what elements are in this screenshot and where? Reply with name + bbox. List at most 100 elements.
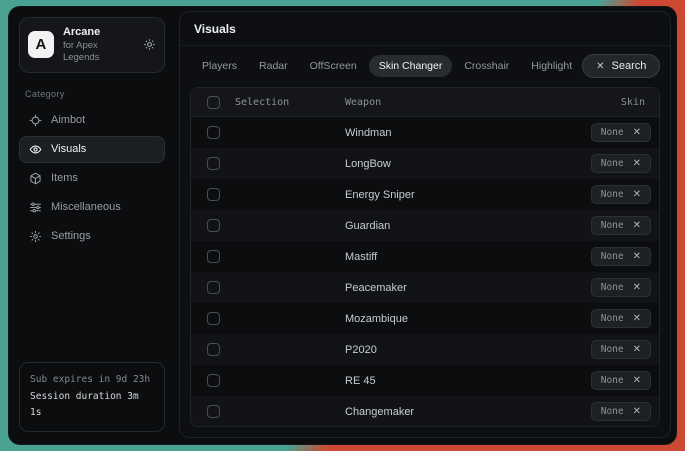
category-label: Category [25,89,159,99]
row-checkbox[interactable] [207,126,220,139]
search-button-label: Search [612,60,647,72]
clear-skin-icon[interactable]: ✕ [633,158,641,169]
clear-skin-icon[interactable]: ✕ [633,406,641,417]
sidebar: A Arcane for Apex Legends Category Aimbo… [9,7,175,444]
row-checkbox[interactable] [207,157,220,170]
column-header-skin: Skin [573,97,659,108]
skin-value: None [601,406,624,417]
row-checkbox[interactable] [207,281,220,294]
sidebar-item-label: Miscellaneous [51,201,121,213]
weapon-name: Mozambique [345,313,573,325]
row-checkbox[interactable] [207,250,220,263]
search-button[interactable]: ✕ Search [582,54,660,78]
clear-skin-icon[interactable]: ✕ [633,344,641,355]
skin-select[interactable]: None✕ [591,123,651,142]
skin-select[interactable]: None ✕ [591,402,651,421]
tab-crosshair[interactable]: Crosshair [454,55,519,77]
clear-skin-icon[interactable]: ✕ [633,251,641,262]
skin-value: None [601,282,624,293]
table-row: Mastiff None ✕ [191,241,659,272]
crosshair-icon [29,114,42,127]
skin-table: Selection Weapon Skin WindmanNone✕LongBo… [190,87,660,427]
skin-select[interactable]: None ✕ [591,371,651,390]
x-icon: ✕ [596,61,604,72]
main-panel: Visuals PlayersRadarOffScreenSkin Change… [179,11,671,438]
column-header-selection: Selection [235,97,345,108]
table-row: P2020 None ✕ [191,334,659,365]
skin-select[interactable]: None ✕ [591,185,651,204]
session-duration-text: Session duration 3m 1s [30,389,154,422]
clear-skin-icon[interactable]: ✕ [633,375,641,386]
weapon-name: LongBow [345,158,573,170]
sidebar-item-aimbot[interactable]: Aimbot [19,107,165,134]
sidebar-item-label: Items [51,172,78,184]
skin-select[interactable]: None ✕ [591,340,651,359]
weapon-name: Mastiff [345,251,573,263]
tab-highlight[interactable]: Highlight [521,55,582,77]
weapon-name: RE 45 [345,375,573,387]
table-header-row: Selection Weapon Skin [191,88,659,117]
weapon-name: P2020 [345,344,573,356]
sidebar-item-items[interactable]: Items [19,165,165,192]
app-window: A Arcane for Apex Legends Category Aimbo… [8,6,677,445]
cube-icon [29,172,42,185]
clear-skin-icon[interactable]: ✕ [633,220,641,231]
page-title: Visuals [194,22,656,36]
tab-players[interactable]: Players [192,55,247,77]
clear-skin-icon[interactable]: ✕ [633,282,641,293]
app-subtitle: for Apex Legends [63,40,134,64]
subscription-card: Sub expires in 9d 23h Session duration 3… [19,362,165,432]
row-checkbox[interactable] [207,219,220,232]
skin-select[interactable]: None ✕ [591,247,651,266]
weapon-name: Guardian [345,220,573,232]
table-row: Guardian None ✕ [191,210,659,241]
skin-value: None [601,344,624,355]
app-logo: A [28,31,54,58]
sidebar-item-miscellaneous[interactable]: Miscellaneous [19,194,165,221]
sidebar-item-label: Settings [51,230,91,242]
skin-value: None [601,251,624,262]
skin-select[interactable]: None ✕ [591,216,651,235]
settings-gear-icon[interactable] [143,38,156,51]
sidebar-item-settings[interactable]: Settings [19,223,165,250]
app-logo-card: A Arcane for Apex Legends [19,17,165,73]
app-title: Arcane [63,26,134,40]
main-header: Visuals [180,12,670,46]
row-checkbox[interactable] [207,405,220,418]
row-checkbox[interactable] [207,343,220,356]
skin-value: None [601,375,624,386]
sidebar-nav: Aimbot Visuals Items Miscellaneous Settings [19,107,165,250]
select-all-checkbox[interactable] [207,96,220,109]
sidebar-item-visuals[interactable]: Visuals [19,136,165,163]
table-row: Peacemaker None ✕ [191,272,659,303]
table-row: RE 45 None ✕ [191,365,659,396]
skin-select[interactable]: None ✕ [591,154,651,173]
skin-select[interactable]: None✕ [591,309,651,328]
sliders-icon [29,201,42,214]
app-identity: Arcane for Apex Legends [63,26,134,64]
toolbar: PlayersRadarOffScreenSkin ChangerCrossha… [180,46,670,85]
eye-icon [29,143,42,156]
weapon-name: Peacemaker [345,282,573,294]
row-checkbox[interactable] [207,188,220,201]
tab-skin-changer[interactable]: Skin Changer [369,55,453,77]
weapon-name: Changemaker [345,406,573,418]
tab-radar[interactable]: Radar [249,55,298,77]
table-row: LongBow None ✕ [191,148,659,179]
skin-value: None [601,189,624,200]
skin-value: None [601,158,624,169]
table-row: Energy SniperNone✕ [191,179,659,210]
clear-skin-icon[interactable]: ✕ [633,313,641,324]
clear-skin-icon[interactable]: ✕ [633,127,641,138]
clear-skin-icon[interactable]: ✕ [633,189,641,200]
sidebar-item-label: Visuals [51,143,86,155]
skin-select[interactable]: None ✕ [591,278,651,297]
skin-value: None [601,220,624,231]
gear-icon [29,230,42,243]
row-checkbox[interactable] [207,374,220,387]
row-checkbox[interactable] [207,312,220,325]
sub-expires-text: Sub expires in 9d 23h [30,372,154,389]
table-row: Changemaker None ✕ [191,396,659,427]
tab-offscreen[interactable]: OffScreen [300,55,367,77]
tab-bar: PlayersRadarOffScreenSkin ChangerCrossha… [192,55,582,77]
